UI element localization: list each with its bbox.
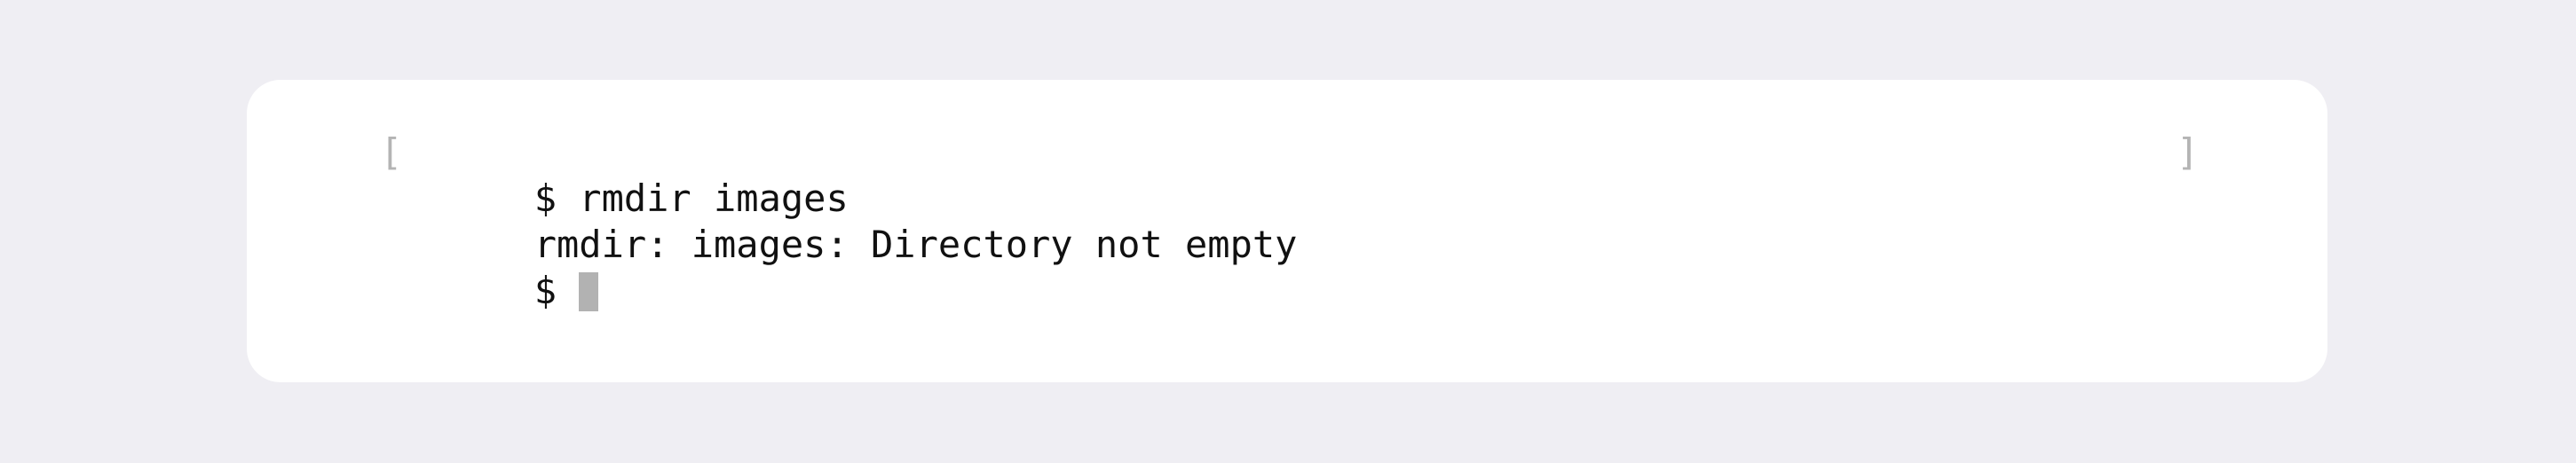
error-text: rmdir: images: Directory not empty — [533, 223, 1298, 266]
prompt-text: $ — [533, 269, 580, 312]
prompt-line[interactable]: $ — [399, 222, 599, 312]
terminal-card: [ ] $ rmdir images rmdir: images: Direct… — [247, 80, 2327, 382]
error-line: rmdir: images: Directory not empty — [399, 176, 1298, 266]
cursor-block — [579, 272, 599, 311]
right-bracket: ] — [2177, 130, 2200, 174]
command-line: $ rmdir images — [399, 129, 849, 220]
terminal-output[interactable]: [ ] $ rmdir images rmdir: images: Direct… — [247, 80, 2327, 382]
